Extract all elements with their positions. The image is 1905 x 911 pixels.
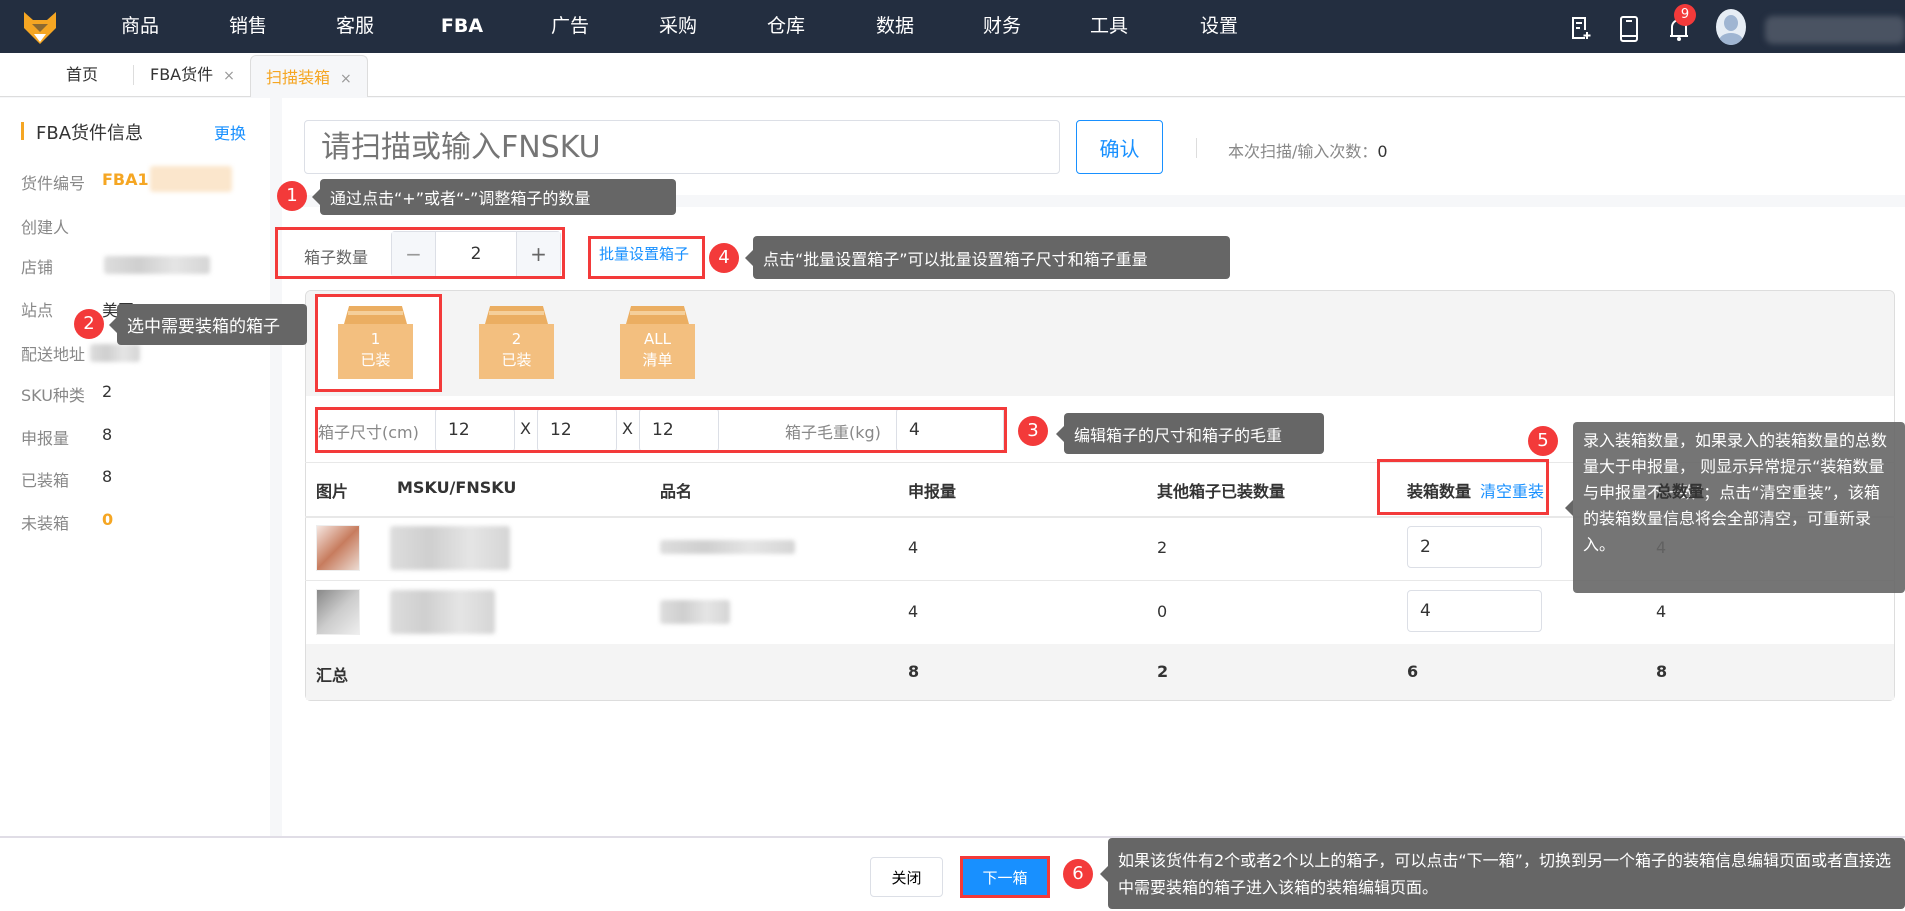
tooltip-3: 编辑箱子的尺寸和箱子的毛重 [1056,413,1324,454]
step-badge-5: 5 [1528,426,1558,456]
sidebar-title: FBA货件信息 [36,123,144,144]
change-link[interactable]: 更换 [214,120,246,144]
close-icon[interactable]: × [223,68,235,84]
confirm-button[interactable]: 确认 [1076,120,1163,174]
highlight-box [588,236,705,279]
highlight-box [1377,459,1549,515]
nav-item-products[interactable]: 商品 [121,0,159,53]
nav-item-data[interactable]: 数据 [876,0,914,53]
field-label: 站点 [21,301,54,320]
nav-item-tools[interactable]: 工具 [1090,0,1128,53]
col-header-name: 品名 [660,482,693,501]
scan-count: 本次扫描/输入次数：0 [1228,138,1388,162]
notification-badge: 9 [1674,4,1696,26]
declared-cell: 4 [908,538,919,557]
step-badge-2: 2 [74,309,104,339]
tab-bar: 首页 FBA货件 × 扫描装箱 × [0,53,1905,97]
nav-item-ads[interactable]: 广告 [551,0,589,53]
box-status: 已装 [501,351,532,369]
summary-qty: 6 [1407,662,1419,681]
col-header-other-boxes: 其他箱子已装数量 [1157,482,1286,501]
tab-label: FBA货件 [150,65,214,84]
field-label: 店铺 [21,258,54,277]
mobile-icon[interactable] [1620,16,1638,42]
product-image [316,589,360,635]
tooltip-4: 点击“批量设置箱子”可以批量设置箱子尺寸和箱子重量 [745,236,1230,279]
field-label: 配送地址 [21,345,86,364]
packed-qty: 8 [102,467,113,486]
top-nav: 商品 销售 客服 FBA 广告 采购 仓库 数据 财务 工具 设置 9 [0,0,1905,53]
box-2[interactable]: 2 已装 [479,306,554,379]
nav-item-service[interactable]: 客服 [336,0,374,53]
tab-fba-shipment[interactable]: FBA货件 × [150,53,235,97]
col-header-declared: 申报量 [908,482,957,501]
tooltip-2: 选中需要装箱的箱子 [109,304,307,345]
summary-others: 2 [1157,662,1169,681]
highlight-box [315,294,442,392]
logo-icon [24,12,56,44]
pack-qty-input[interactable]: 4 [1407,590,1542,632]
col-header-total: 总数量 [1656,482,1705,501]
close-icon[interactable]: × [340,71,352,87]
divider [1196,138,1197,158]
summary-label: 汇总 [316,666,349,685]
box-number: ALL [644,330,671,348]
highlight-box [315,407,1007,453]
step-badge-3: 3 [1018,416,1048,446]
step-badge-1: 1 [277,181,307,211]
total-cell: 4 [1656,602,1667,621]
shipment-info-sidebar: FBA货件信息 更换 货件编号 FBA1 创建人 店铺 站点 美国 配送地址 S… [0,98,270,838]
declared-qty: 8 [102,425,113,444]
sku-count: 2 [102,382,113,401]
nav-item-fba[interactable]: FBA [441,0,483,53]
scan-count-label: 本次扫描/输入次数： [1228,142,1378,161]
nav-item-finance[interactable]: 财务 [983,0,1021,53]
nav-item-settings[interactable]: 设置 [1200,0,1238,53]
summary-declared: 8 [908,662,920,681]
col-header-image: 图片 [316,482,349,501]
add-document-icon[interactable] [1570,16,1592,40]
field-label: 申报量 [21,429,70,448]
summary-total: 8 [1656,662,1668,681]
title-accent [21,122,24,140]
highlight-box [275,227,565,279]
tooltip-5: 录入装箱数量，如果录入的装箱数量的总数量大于申报量， 则显示异常提示“装箱数量与… [1565,422,1905,593]
product-image [316,525,360,571]
field-label: 已装箱 [21,471,70,490]
field-label: 货件编号 [21,174,86,193]
field-label: SKU种类 [21,386,85,405]
other-boxes-cell: 2 [1157,538,1168,557]
tab-home[interactable]: 首页 [66,53,98,97]
scan-count-value: 0 [1377,142,1388,161]
fnsku-input[interactable] [304,120,1060,174]
col-header-msku: MSKU/FNSKU [397,478,517,497]
tab-divider [133,65,134,85]
close-button[interactable]: 关闭 [870,857,943,897]
tab-scan-packing[interactable]: 扫描装箱 × [250,55,368,97]
other-boxes-cell: 0 [1157,602,1168,621]
next-box-button[interactable]: 下一箱 [960,856,1050,898]
step-badge-6: 6 [1063,859,1093,889]
tooltip-1: 通过点击“+”或者“-”调整箱子的数量 [312,179,676,215]
pack-qty-input[interactable]: 2 [1407,526,1542,568]
declared-cell: 4 [908,602,919,621]
field-label: 创建人 [21,218,70,237]
username-blurred [1765,16,1905,44]
tooltip-6: 如果该货件有2个或者2个以上的箱子，可以点击“下一箱”，切换到另一个箱子的装箱信… [1100,838,1905,909]
shipment-id: FBA1 [102,170,149,189]
box-status: 清单 [642,351,673,369]
nav-item-warehouse[interactable]: 仓库 [767,0,805,53]
tab-label: 扫描装箱 [266,68,331,87]
step-badge-4: 4 [709,243,739,273]
box-number: 2 [511,330,522,348]
field-label: 未装箱 [21,514,70,533]
nav-item-purchase[interactable]: 采购 [659,0,697,53]
box-all[interactable]: ALL 清单 [620,306,695,379]
nav-item-sales[interactable]: 销售 [229,0,267,53]
avatar[interactable] [1716,9,1746,45]
unpacked-qty: 0 [102,510,114,529]
